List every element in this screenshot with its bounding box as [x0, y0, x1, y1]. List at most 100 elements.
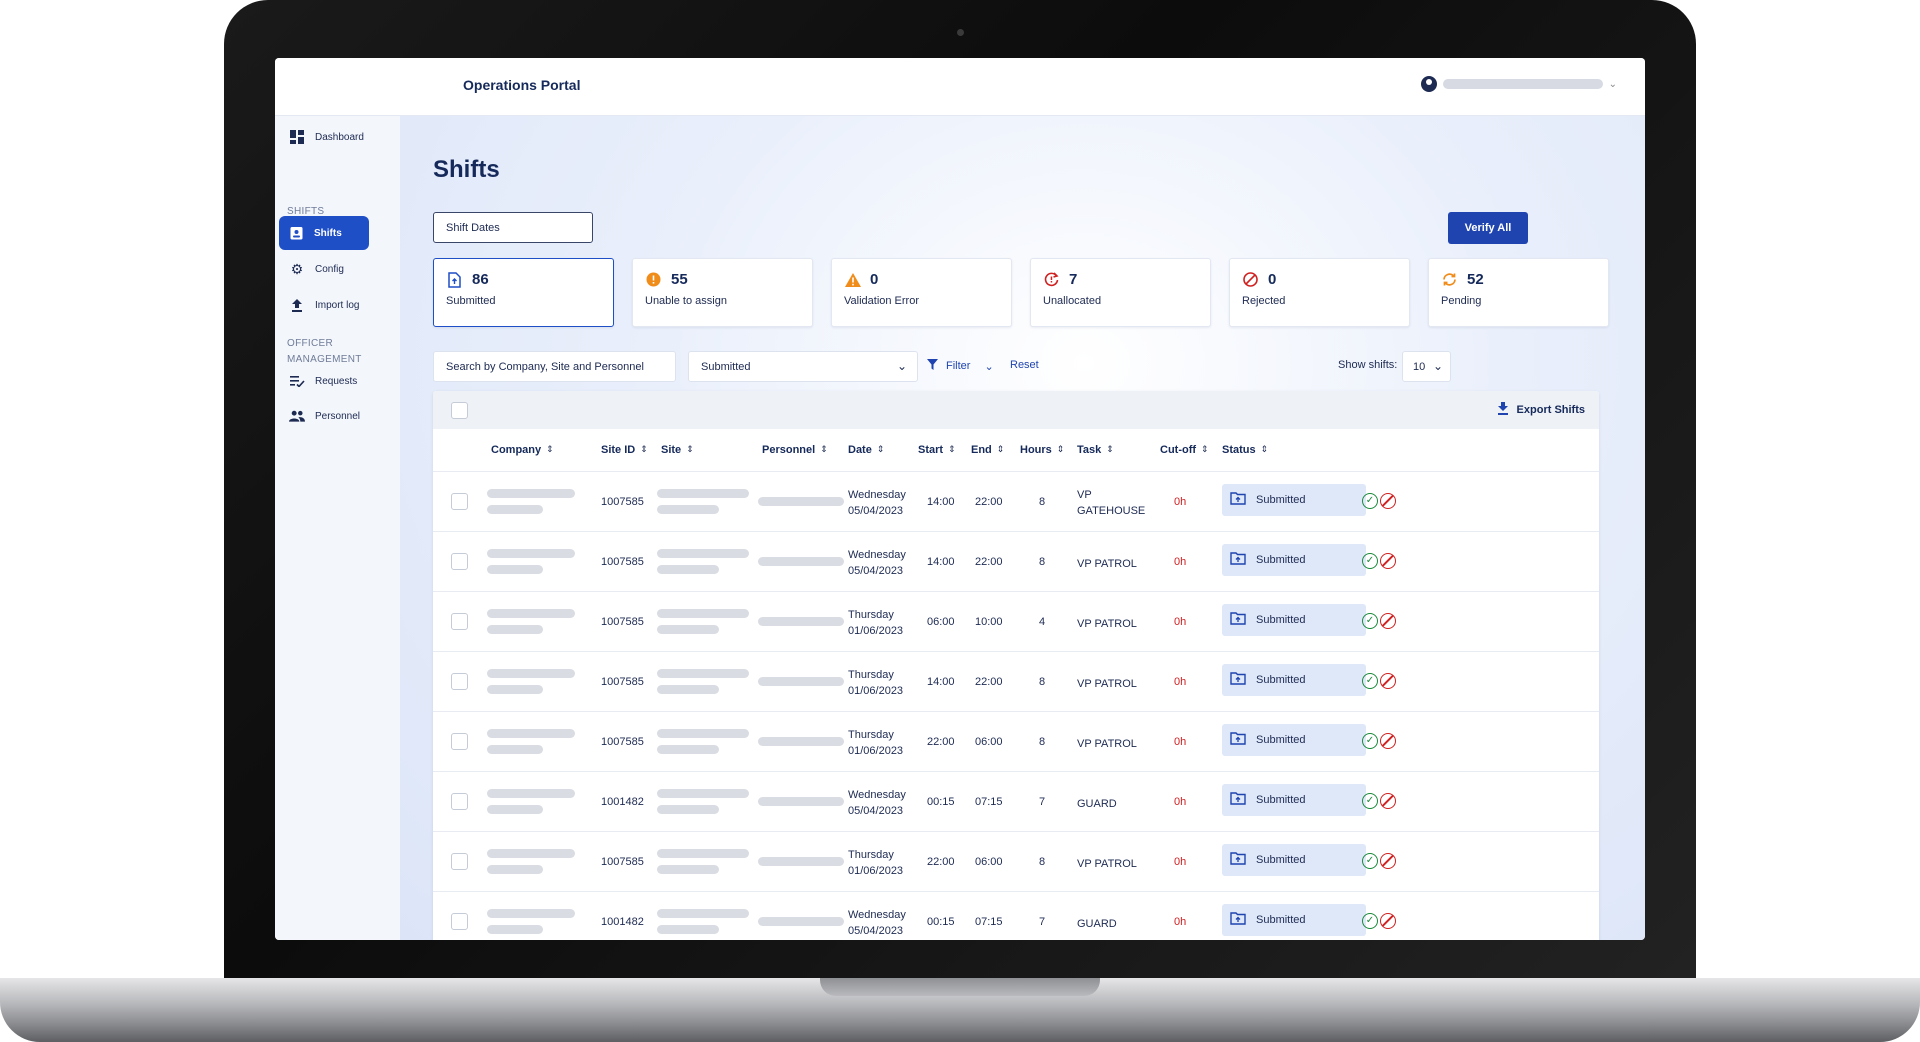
row-checkbox[interactable] [451, 733, 468, 750]
header-company[interactable]: Company ⇕ [491, 444, 554, 456]
approve-icon[interactable]: ✓ [1362, 493, 1378, 509]
approve-icon[interactable]: ✓ [1362, 613, 1378, 629]
sidebar-item-label: Dashboard [315, 131, 364, 143]
table-row[interactable]: 1007585 Thursday 01/06/2023 22:00 06:00 8 VP P… [433, 832, 1599, 892]
laptop-notch [820, 978, 1100, 996]
export-shifts-button[interactable]: Export Shifts [1497, 402, 1585, 418]
task-line: VP PATROL [1077, 618, 1137, 630]
task-cell: GUARD [1077, 916, 1117, 932]
header-label: Cut-off [1160, 444, 1197, 456]
date-value: 05/04/2023 [848, 565, 904, 577]
table-row[interactable]: 1007585 Thursday 01/06/2023 22:00 06:00 8 VP P… [433, 712, 1599, 772]
header-cutoff[interactable]: Cut-off ⇕ [1160, 444, 1209, 456]
sidebar-item-shifts[interactable]: Shifts [279, 216, 369, 250]
reject-icon[interactable] [1380, 553, 1396, 569]
date-value: 01/06/2023 [848, 745, 904, 757]
show-shifts-select[interactable]: 10 ⌄ [1402, 351, 1451, 382]
status-card-rejected[interactable]: 0 Rejected [1229, 258, 1410, 327]
row-checkbox[interactable] [451, 793, 468, 810]
status-card-submitted[interactable]: 86 Submitted [433, 258, 614, 327]
task-line: GUARD [1077, 798, 1117, 810]
sidebar-item-dashboard[interactable]: Dashboard [280, 120, 392, 154]
row-checkbox[interactable] [451, 493, 468, 510]
approve-icon[interactable]: ✓ [1362, 673, 1378, 689]
company-placeholder [487, 849, 575, 858]
filter-button[interactable]: Filter ⌄ [927, 359, 994, 373]
task-cell: VP PATROL [1077, 676, 1137, 692]
status-card-unable-to-assign[interactable]: 55 Unable to assign [632, 258, 813, 327]
task-cell: VP GATEHOUSE [1077, 487, 1145, 519]
table-row[interactable]: 1007585 Thursday 01/06/2023 06:00 10:00 4 VP P… [433, 592, 1599, 652]
card-label: Pending [1441, 295, 1482, 307]
row-checkbox[interactable] [451, 673, 468, 690]
sidebar-item-config[interactable]: ⚙ Config [280, 252, 392, 286]
row-checkbox[interactable] [451, 613, 468, 630]
header-task[interactable]: Task ⇕ [1077, 444, 1114, 456]
approve-icon[interactable]: ✓ [1362, 793, 1378, 809]
row-checkbox[interactable] [451, 553, 468, 570]
hours-cell: 7 [1039, 796, 1046, 808]
approve-icon[interactable]: ✓ [1362, 733, 1378, 749]
sidebar-item-requests[interactable]: Requests [280, 364, 392, 398]
status-card-pending[interactable]: 52 Pending [1428, 258, 1609, 327]
personnel-placeholder [758, 797, 844, 806]
sort-icon: ⇕ [1106, 444, 1114, 454]
header-status[interactable]: Status ⇕ [1222, 444, 1268, 456]
shift-dates-field[interactable]: Shift Dates [433, 212, 593, 243]
table-row[interactable]: 1007585 Thursday 01/06/2023 14:00 22:00 8 VP P… [433, 652, 1599, 712]
company-placeholder [487, 729, 575, 738]
start-cell: 22:00 [927, 736, 955, 748]
select-all-checkbox[interactable] [451, 402, 468, 419]
reject-icon[interactable] [1380, 793, 1396, 809]
reject-icon[interactable] [1380, 613, 1396, 629]
card-label: Validation Error [844, 295, 919, 307]
sort-icon: ⇕ [686, 444, 694, 454]
sidebar-item-import-log[interactable]: Import log [280, 288, 392, 322]
header-hours[interactable]: Hours ⇕ [1020, 444, 1064, 456]
reject-icon[interactable] [1380, 733, 1396, 749]
site-id-cell: 1007585 [601, 496, 644, 508]
sidebar-item-personnel[interactable]: Personnel [280, 399, 392, 433]
approve-icon[interactable]: ✓ [1362, 913, 1378, 929]
approve-icon[interactable]: ✓ [1362, 553, 1378, 569]
table-row[interactable]: 1001482 Wednesday 05/04/2023 00:15 07:15 7 GUA… [433, 772, 1599, 832]
site-id-cell: 1007585 [601, 616, 644, 628]
verify-all-button[interactable]: Verify All [1448, 212, 1528, 244]
card-count: 7 [1069, 271, 1078, 288]
show-shifts-label: Show shifts: [1338, 359, 1398, 371]
reject-icon[interactable] [1380, 493, 1396, 509]
reject-icon[interactable] [1380, 913, 1396, 929]
reset-button[interactable]: Reset [1010, 359, 1039, 371]
screen: Operations Portal ⌄ Dashboard SHIFTS Shi… [275, 58, 1645, 940]
table-row[interactable]: 1007585 Wednesday 05/04/2023 14:00 22:00 8 VP … [433, 532, 1599, 592]
section-line: OFFICER [287, 338, 333, 349]
header-end[interactable]: End ⇕ [971, 444, 1004, 456]
people-icon [289, 408, 305, 424]
task-line: VP PATROL [1077, 858, 1137, 870]
cutoff-cell: 0h [1174, 796, 1187, 808]
status-card-validation-error[interactable]: 0 Validation Error [831, 258, 1012, 327]
reject-icon[interactable] [1380, 853, 1396, 869]
reject-icon[interactable] [1380, 673, 1396, 689]
status-badge: Submitted [1222, 784, 1366, 816]
table-row[interactable]: 1001482 Wednesday 05/04/2023 00:15 07:15 7 GUA… [433, 892, 1599, 940]
approve-icon[interactable]: ✓ [1362, 853, 1378, 869]
hours-cell: 7 [1039, 916, 1046, 928]
header-site-id[interactable]: Site ID ⇕ [601, 444, 648, 456]
header-personnel[interactable]: Personnel ⇕ [762, 444, 828, 456]
personnel-placeholder [758, 857, 844, 866]
start-cell: 22:00 [927, 856, 955, 868]
start-cell: 00:15 [927, 796, 955, 808]
header-date[interactable]: Date ⇕ [848, 444, 884, 456]
search-input[interactable]: Search by Company, Site and Personnel [433, 351, 676, 382]
header-site[interactable]: Site ⇕ [661, 444, 694, 456]
row-checkbox[interactable] [451, 913, 468, 930]
row-checkbox[interactable] [451, 853, 468, 870]
company-placeholder [487, 669, 575, 678]
header-start[interactable]: Start ⇕ [918, 444, 956, 456]
user-menu[interactable]: ⌄ [1420, 76, 1617, 92]
status-select[interactable]: Submitted ⌄ [688, 351, 918, 382]
status-card-unallocated[interactable]: 7 Unallocated [1030, 258, 1211, 327]
main-content: Shifts Shift Dates Verify All 86 Submitt… [400, 116, 1645, 940]
table-row[interactable]: 1007585 Wednesday 05/04/2023 14:00 22:00 8 VP G… [433, 472, 1599, 532]
